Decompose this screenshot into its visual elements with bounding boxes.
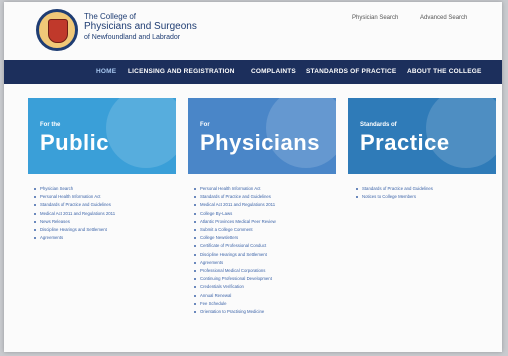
list-item-link[interactable]: Notices to College Members	[356, 193, 433, 201]
list-item-link[interactable]: Agreements	[194, 259, 276, 267]
org-name-line1: The College of	[84, 12, 137, 21]
nav-about-the-college[interactable]: ABOUT THE COLLEGE	[407, 68, 482, 75]
list-item-link[interactable]: College Newsletters	[194, 234, 276, 242]
physicians-links-list: Personal Health Information Act Standard…	[194, 185, 276, 316]
practice-links-list: Standards of Practice and Guidelines Not…	[356, 185, 433, 201]
list-item-link[interactable]: College By-Laws	[194, 210, 276, 218]
public-links-list: Physician Search Personal Health Informa…	[34, 185, 115, 242]
list-item-link[interactable]: Discipline Hearings and Settlement	[34, 226, 115, 234]
nav-complaints[interactable]: COMPLAINTS	[251, 68, 296, 75]
tile-physicians-title: Physicians	[200, 130, 320, 155]
tile-public[interactable]: For the Public	[28, 98, 176, 174]
nav-standards-of-practice[interactable]: STANDARDS OF PRACTICE	[306, 68, 396, 75]
advanced-search-link[interactable]: Advanced Search	[420, 15, 467, 21]
list-item-link[interactable]: Personal Health Information Act	[194, 185, 276, 193]
web-page: The College of Physicians and Surgeons o…	[4, 2, 502, 352]
tile-practice-small-label: Standards of	[360, 122, 397, 128]
list-item-link[interactable]: Personal Health Information Act	[34, 193, 115, 201]
list-item-link[interactable]: Medical Act 2011 and Regulations 2011	[194, 201, 276, 209]
org-name-line2: Physicians and Surgeons	[84, 21, 197, 32]
org-name-line3: of Newfoundland and Labrador	[84, 34, 181, 41]
list-item-link[interactable]: Medical Act 2011 and Regulations 2011	[34, 210, 115, 218]
tile-decoration	[106, 98, 176, 168]
tile-physicians[interactable]: For Physicians	[188, 98, 336, 174]
org-name[interactable]: The College of Physicians and Surgeons o…	[84, 12, 214, 42]
list-item-link[interactable]: Continuing Professional Development	[194, 275, 276, 283]
list-item-link[interactable]: Standards of Practice and Guidelines	[356, 185, 433, 193]
physician-search-link[interactable]: Physician Search	[352, 15, 398, 21]
tile-practice-title: Practice	[360, 130, 450, 155]
list-item-link[interactable]: Agreements	[34, 234, 115, 242]
list-item-link[interactable]: News Releases	[34, 218, 115, 226]
nav-home[interactable]: HOME	[96, 68, 116, 75]
list-item-link[interactable]: Atlantic Provinces Medical Peer Review	[194, 218, 276, 226]
tile-standards-of-practice[interactable]: Standards of Practice	[348, 98, 496, 174]
tile-public-title: Public	[40, 130, 110, 155]
list-item-link[interactable]: Annual Renewal	[194, 292, 276, 300]
list-item-link[interactable]: Fee Schedule	[194, 300, 276, 308]
crest-shield-icon	[48, 19, 68, 43]
main-navigation: HOME LICENSING AND REGISTRATION COMPLAIN…	[4, 60, 502, 84]
tile-public-small-label: For the	[40, 122, 61, 128]
list-item-link[interactable]: Standards of Practice and Guidelines	[194, 193, 276, 201]
list-item-link[interactable]: Discipline Hearings and Settlement	[194, 251, 276, 259]
list-item-link[interactable]: Standards of Practice and Guidelines	[34, 201, 115, 209]
nav-licensing-and-registration[interactable]: LICENSING AND REGISTRATION	[128, 68, 235, 75]
list-item-link[interactable]: Certificate of Professional Conduct	[194, 242, 276, 250]
list-item-link[interactable]: Submit a College Comment	[194, 226, 276, 234]
list-item-link[interactable]: Credentials Verification	[194, 283, 276, 291]
college-logo-icon[interactable]	[36, 9, 78, 51]
tile-physicians-small-label: For	[200, 122, 210, 128]
list-item-link[interactable]: Orientation to Practising Medicine	[194, 308, 276, 316]
list-item-link[interactable]: Professional Medical Corporations	[194, 267, 276, 275]
list-item-link[interactable]: Physician Search	[34, 185, 115, 193]
